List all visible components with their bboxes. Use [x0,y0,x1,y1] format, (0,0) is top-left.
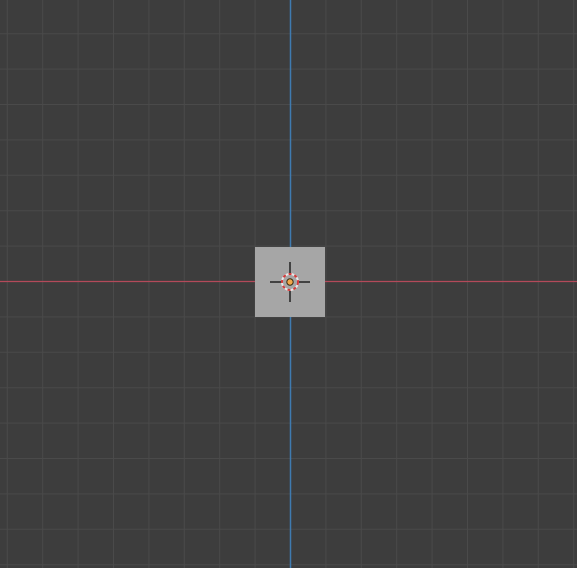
3d-viewport[interactable] [0,0,577,568]
3d-cursor-icon[interactable] [268,260,312,304]
object-origin-icon [286,278,294,286]
